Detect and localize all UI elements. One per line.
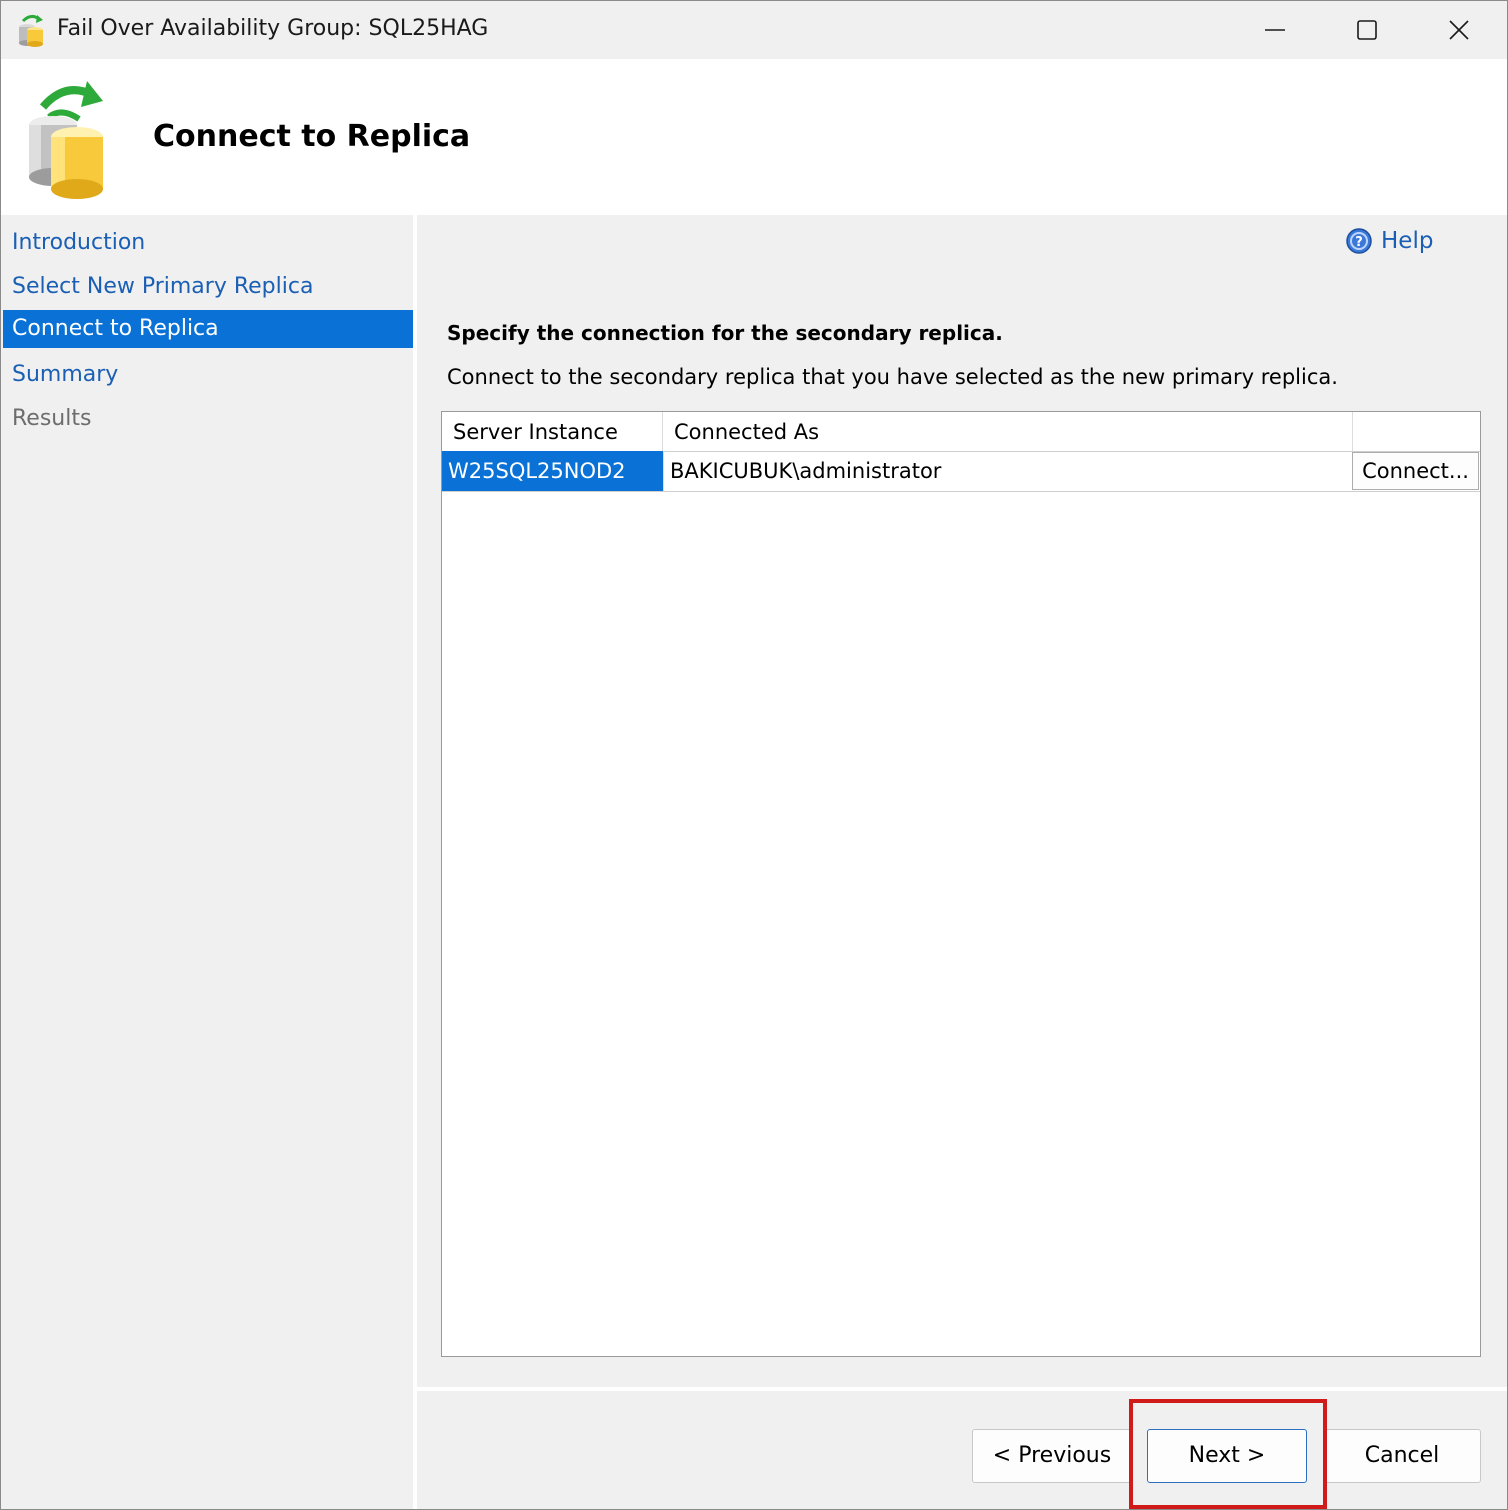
replica-connection-grid: Server Instance Connected As W25SQL25NOD… bbox=[441, 411, 1481, 1357]
grid-header: Server Instance Connected As bbox=[442, 412, 1480, 452]
nav-item-select-new-primary-replica[interactable]: Select New Primary Replica bbox=[3, 268, 413, 306]
page-title: Connect to Replica bbox=[153, 119, 471, 154]
database-app-icon bbox=[17, 13, 45, 47]
close-button[interactable] bbox=[1413, 1, 1505, 59]
nav-item-summary[interactable]: Summary bbox=[3, 356, 413, 394]
footer-divider bbox=[417, 1387, 1507, 1391]
next-button[interactable]: Next > bbox=[1147, 1429, 1307, 1483]
help-label: Help bbox=[1381, 228, 1434, 254]
column-header-action bbox=[1353, 412, 1480, 451]
availability-group-icon bbox=[21, 77, 121, 201]
cancel-button[interactable]: Cancel bbox=[1323, 1429, 1481, 1483]
nav-item-results: Results bbox=[12, 406, 92, 431]
section-heading: Specify the connection for the secondary… bbox=[447, 321, 1003, 345]
svg-text:?: ? bbox=[1355, 235, 1363, 250]
wizard-content: ? Help Specify the connection for the se… bbox=[417, 215, 1507, 1509]
minimize-button[interactable] bbox=[1229, 1, 1321, 59]
minimize-icon bbox=[1265, 29, 1285, 31]
close-icon bbox=[1449, 20, 1469, 40]
wizard-nav: Introduction Select New Primary Replica … bbox=[1, 215, 413, 1509]
title-bar: Fail Over Availability Group: SQL25HAG bbox=[1, 1, 1507, 59]
server-instance-cell[interactable]: W25SQL25NOD2 bbox=[442, 451, 663, 491]
previous-button[interactable]: < Previous bbox=[972, 1429, 1132, 1483]
wizard-window: Fail Over Availability Group: SQL25HAG C… bbox=[0, 0, 1508, 1510]
maximize-button[interactable] bbox=[1321, 1, 1413, 59]
column-header-server-instance[interactable]: Server Instance bbox=[442, 412, 663, 451]
table-row[interactable]: W25SQL25NOD2 BAKICUBUK\administrator Con… bbox=[442, 451, 1480, 492]
maximize-icon bbox=[1357, 20, 1377, 40]
section-description: Connect to the secondary replica that yo… bbox=[447, 365, 1338, 389]
column-header-connected-as[interactable]: Connected As bbox=[663, 412, 1353, 451]
help-icon: ? bbox=[1346, 228, 1372, 254]
connect-button[interactable]: Connect... bbox=[1352, 452, 1479, 490]
window-title: Fail Over Availability Group: SQL25HAG bbox=[57, 16, 489, 41]
nav-item-connect-to-replica[interactable]: Connect to Replica bbox=[3, 310, 413, 348]
wizard-header: Connect to Replica bbox=[1, 59, 1507, 215]
help-link[interactable]: ? Help bbox=[1345, 227, 1433, 255]
nav-item-introduction[interactable]: Introduction bbox=[3, 224, 413, 262]
connected-as-cell[interactable]: BAKICUBUK\administrator bbox=[663, 451, 1352, 491]
